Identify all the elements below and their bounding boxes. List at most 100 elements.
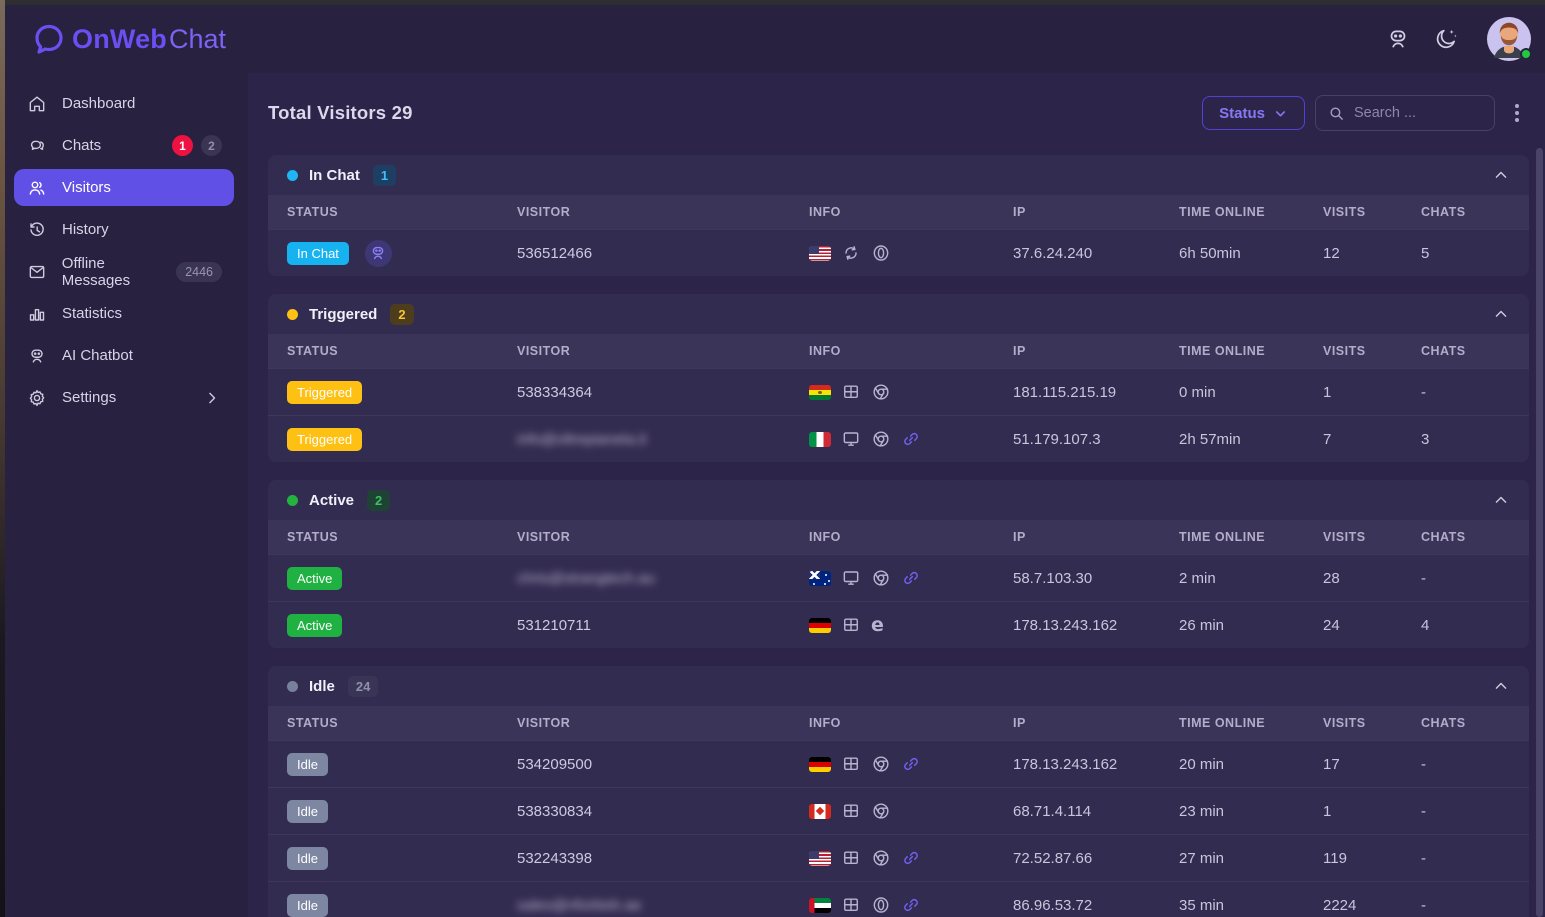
time-online: 2h 57min	[1179, 431, 1323, 448]
status-badge: Idle	[287, 847, 328, 870]
section-active: Active 2 STATUSVISITORINFOIPTIME ONLINEV…	[268, 480, 1529, 648]
visitor-ip: 72.52.87.66	[1013, 850, 1179, 867]
time-online: 20 min	[1179, 756, 1323, 773]
link-icon[interactable]	[901, 895, 921, 915]
time-online: 0 min	[1179, 384, 1323, 401]
link-icon[interactable]	[901, 429, 921, 449]
offline-messages-count-badge: 2446	[176, 262, 222, 282]
visitor-row[interactable]: Triggered info@oltrepianeta.it 51.179.10…	[268, 415, 1529, 462]
monitor-icon	[841, 429, 861, 449]
column-header: VISITS	[1323, 530, 1421, 544]
chrome-icon	[871, 754, 891, 774]
chats-count: 3	[1421, 431, 1529, 448]
visitor-id: 538330834	[517, 803, 809, 820]
ai-chatbot-icon[interactable]	[1385, 26, 1411, 52]
visitor-info	[809, 243, 1013, 263]
chatbot-conversation-icon[interactable]	[365, 240, 392, 267]
brand-name-bold: OnWeb	[72, 24, 167, 55]
chrome-icon	[871, 568, 891, 588]
user-avatar[interactable]	[1487, 17, 1531, 61]
sidebar-item-ai-chatbot[interactable]: AI Chatbot	[14, 337, 234, 374]
status-dot	[287, 170, 298, 181]
chats-count: -	[1421, 803, 1529, 820]
visitor-info	[809, 848, 1013, 868]
section-header-triggered: Triggered 2	[268, 294, 1529, 334]
section-triggered: Triggered 2 STATUSVISITORINFOIPTIME ONLI…	[268, 294, 1529, 462]
column-header: TIME ONLINE	[1179, 716, 1323, 730]
online-status-dot	[1520, 48, 1532, 60]
collapse-section-chevron-up-icon[interactable]	[1491, 676, 1511, 696]
section-title: In Chat	[309, 167, 360, 184]
link-icon[interactable]	[901, 754, 921, 774]
visitor-row[interactable]: Triggered 538334364 181.115.215.19 0 min…	[268, 368, 1529, 415]
visitor-ip: 178.13.243.162	[1013, 617, 1179, 634]
visitor-row[interactable]: Active 531210711 e 178.13.243.162 26 min…	[268, 601, 1529, 648]
collapse-section-chevron-up-icon[interactable]	[1491, 304, 1511, 324]
link-icon[interactable]	[901, 848, 921, 868]
visitor-row[interactable]: Idle sales@nforbish.ae 86.96.53.72 35 mi…	[268, 881, 1529, 917]
main-content: Total Visitors 29 Status In Chat 1 STATU…	[248, 73, 1545, 917]
stats-icon	[27, 303, 48, 324]
collapse-section-chevron-up-icon[interactable]	[1491, 165, 1511, 185]
column-header: IP	[1013, 716, 1179, 730]
visitor-info	[809, 429, 1013, 449]
status-filter-button[interactable]: Status	[1202, 96, 1305, 130]
sidebar-item-dashboard[interactable]: Dashboard	[14, 85, 234, 122]
sync-icon	[841, 243, 861, 263]
chrome-icon	[871, 801, 891, 821]
time-online: 6h 50min	[1179, 245, 1323, 262]
visitor-row[interactable]: In Chat 536512466 37.6.24.240 6h 50min 1…	[268, 229, 1529, 276]
column-header: CHATS	[1421, 530, 1529, 544]
status-badge: Idle	[287, 753, 328, 776]
visitor-row[interactable]: Idle 532243398 72.52.87.66 27 min 119 -	[268, 834, 1529, 881]
section-idle: Idle 24 STATUSVISITORINFOIPTIME ONLINEVI…	[268, 666, 1529, 917]
visitor-id: 538334364	[517, 384, 809, 401]
section-title: Triggered	[309, 306, 377, 323]
search-input[interactable]	[1354, 105, 1482, 121]
chats-count: -	[1421, 570, 1529, 587]
chats-count: -	[1421, 756, 1529, 773]
brand-logo: OnWebChat	[32, 22, 226, 56]
sidebar-item-history[interactable]: History	[14, 211, 234, 248]
visitor-row[interactable]: Idle 534209500 178.13.243.162 20 min 17 …	[268, 740, 1529, 787]
visitor-ip: 68.71.4.114	[1013, 803, 1179, 820]
chevron-right-icon	[202, 388, 222, 408]
section-header-idle: Idle 24	[268, 666, 1529, 706]
chats-count: -	[1421, 384, 1529, 401]
sidebar-item-offline-messages[interactable]: Offline Messages2446	[14, 253, 234, 290]
sidebar-item-statistics[interactable]: Statistics	[14, 295, 234, 332]
chrome-icon	[871, 382, 891, 402]
windows-icon	[841, 895, 861, 915]
robot-icon	[27, 345, 48, 366]
search-box	[1315, 95, 1495, 131]
gear-icon	[27, 387, 48, 408]
visitor-row[interactable]: Active chris@strangtech.au 58.7.103.30 2…	[268, 554, 1529, 601]
sidebar-item-label: Visitors	[62, 179, 111, 196]
unread-count-badge: 1	[172, 135, 193, 156]
section-count-badge: 2	[390, 304, 413, 325]
country-flag-ca-icon	[809, 804, 831, 819]
dark-mode-moon-icon[interactable]	[1433, 26, 1459, 52]
sidebar-item-visitors[interactable]: Visitors	[14, 169, 234, 206]
visits-count: 12	[1323, 245, 1421, 262]
more-options-kebab-icon[interactable]	[1505, 98, 1529, 128]
visits-count: 1	[1323, 803, 1421, 820]
column-header: INFO	[809, 530, 1013, 544]
link-icon[interactable]	[901, 568, 921, 588]
collapse-section-chevron-up-icon[interactable]	[1491, 490, 1511, 510]
visitor-ip: 181.115.215.19	[1013, 384, 1179, 401]
chats-count: 5	[1421, 245, 1529, 262]
time-online: 27 min	[1179, 850, 1323, 867]
country-flag-us-icon	[809, 246, 831, 261]
column-header: TIME ONLINE	[1179, 344, 1323, 358]
status-badge: Idle	[287, 800, 328, 823]
topbar: OnWebChat	[5, 5, 1545, 73]
sidebar-item-settings[interactable]: Settings	[14, 379, 234, 416]
opera-icon	[871, 243, 891, 263]
visitor-id: 532243398	[517, 850, 809, 867]
visitor-row[interactable]: Idle 538330834 68.71.4.114 23 min 1 -	[268, 787, 1529, 834]
sidebar-item-chats[interactable]: Chats 1 2	[14, 127, 234, 164]
scrollbar-thumb[interactable]	[1536, 148, 1543, 917]
section-count-badge: 2	[367, 490, 390, 511]
table-header: STATUSVISITORINFOIPTIME ONLINEVISITSCHAT…	[268, 334, 1529, 368]
